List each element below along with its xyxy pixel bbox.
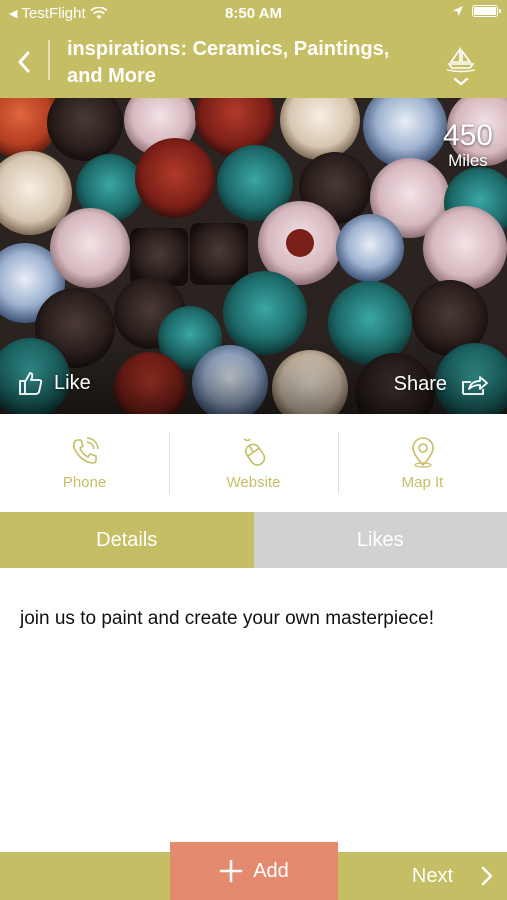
location-arrow-icon: [453, 6, 463, 16]
battery-icon: [472, 5, 501, 17]
phone-action[interactable]: Phone: [0, 414, 169, 512]
chevron-right-icon: [481, 866, 493, 886]
distance-badge: 450 Miles: [443, 120, 493, 170]
chevron-left-icon: [18, 51, 30, 73]
hero-image: 450 Miles Like Share: [0, 98, 507, 414]
tab-bar: Details Likes: [0, 512, 507, 568]
ceramic-bowls-photo: [0, 98, 507, 414]
distance-unit: Miles: [448, 151, 488, 170]
share-icon: [462, 375, 488, 395]
phone-label: Phone: [62, 473, 107, 491]
mouse-icon: [243, 437, 265, 466]
add-label: Add: [253, 859, 289, 882]
status-bar: ◀ TestFlight 8:50 AM: [0, 0, 507, 26]
nav-header: inspirations: Ceramics, Paintings, and M…: [0, 26, 507, 98]
add-button[interactable]: Add: [170, 842, 338, 900]
status-right: [452, 5, 501, 17]
page-title: inspirations: Ceramics, Paintings, and M…: [67, 38, 390, 87]
art-easel-icon: [446, 46, 476, 86]
next-label: Next: [411, 864, 453, 887]
tab-likes[interactable]: Likes: [253, 512, 507, 568]
action-row: Phone Website Map It: [0, 414, 507, 512]
like-button[interactable]: Like: [18, 370, 91, 396]
distance-value: 450: [442, 119, 493, 152]
nav-divider: [48, 40, 50, 80]
map-action[interactable]: Map It: [338, 414, 507, 512]
website-action[interactable]: Website: [169, 414, 338, 512]
thumbs-up-icon: [19, 372, 43, 395]
status-time: 8:50 AM: [225, 5, 282, 22]
share-label: Share: [393, 373, 447, 395]
phone-icon: [72, 436, 99, 464]
map-pin-icon: [411, 436, 434, 468]
plus-icon: [219, 859, 243, 883]
next-button[interactable]: Next: [412, 852, 493, 900]
tab-details[interactable]: Details: [0, 512, 254, 568]
details-description: join us to paint and create your own mas…: [20, 608, 435, 629]
back-button[interactable]: [10, 42, 38, 82]
like-label: Like: [54, 371, 91, 394]
share-button[interactable]: Share: [394, 373, 489, 396]
category-menu-button[interactable]: [445, 46, 477, 88]
website-label: Website: [226, 473, 281, 491]
map-label: Map It: [401, 473, 444, 491]
